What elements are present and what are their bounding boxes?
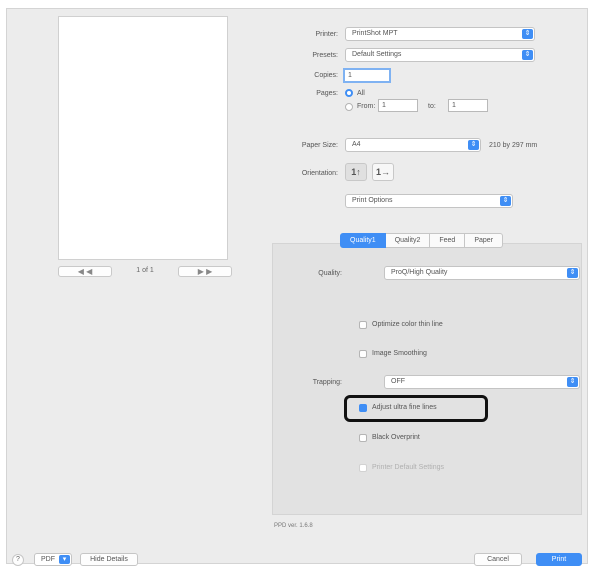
chevron-updown-icon: ⇕ (522, 50, 533, 60)
smoothing-label: Image Smoothing (372, 350, 427, 357)
trapping-select[interactable]: OFF ⇕ (384, 375, 580, 389)
presets-select[interactable]: Default Settings ⇕ (345, 48, 535, 62)
printer-select[interactable]: PrintShot MPT ⇕ (345, 27, 535, 41)
pages-from-field[interactable]: 1 (378, 99, 418, 112)
pdf-menu[interactable]: PDF ▾ (34, 553, 72, 566)
copies-label: Copies: (314, 72, 338, 79)
paper-size-value: A4 (352, 141, 361, 148)
pages-range-radio[interactable] (345, 103, 353, 111)
tab-quality1[interactable]: Quality1 (340, 233, 386, 248)
pages-all-label: All (357, 90, 365, 97)
chevron-updown-icon: ⇕ (522, 29, 533, 39)
print-options-value: Print Options (352, 197, 393, 204)
options-tabs: Quality1 Quality2 Feed Paper (340, 233, 504, 248)
tab-feed[interactable]: Feed (430, 233, 466, 248)
preview-pager: ◀ ◀ 1 of 1 ▶ ▶ (58, 266, 234, 278)
landscape-button[interactable]: 1→ (372, 163, 394, 181)
smoothing-checkbox[interactable] (359, 350, 367, 358)
trapping-value: OFF (391, 378, 405, 385)
presets-value: Default Settings (352, 51, 402, 58)
chevron-updown-icon: ⇕ (468, 140, 479, 150)
paper-dimensions: 210 by 297 mm (489, 142, 538, 149)
pages-from-label: From: (357, 103, 376, 110)
help-button[interactable]: ? (12, 554, 24, 566)
tab-quality2[interactable]: Quality2 (385, 233, 431, 248)
paper-size-select[interactable]: A4 ⇕ (345, 138, 481, 152)
presets-label: Presets: (312, 52, 338, 59)
printer-defaults-label: Printer Default Settings (372, 464, 444, 471)
chevron-updown-icon: ⇕ (500, 196, 511, 206)
print-options-select[interactable]: Print Options ⇕ (345, 194, 513, 208)
pages-to-label: to: (428, 103, 436, 110)
page-preview (58, 16, 228, 260)
printer-defaults-checkbox (359, 464, 367, 472)
ppd-version: PPD ver. 1.6.8 (274, 523, 313, 529)
quality-value: ProQ/High Quality (391, 269, 448, 276)
cancel-button[interactable]: Cancel (474, 553, 522, 566)
quality-select[interactable]: ProQ/High Quality ⇕ (384, 266, 580, 280)
paper-size-label: Paper Size: (301, 142, 338, 149)
pages-to-field[interactable]: 1 (448, 99, 488, 112)
quality-label: Quality: (318, 270, 342, 277)
black-overprint-label: Black Overprint (372, 434, 420, 441)
printer-label: Printer: (315, 31, 338, 38)
pages-all-radio[interactable] (345, 89, 353, 97)
trapping-label: Trapping: (312, 379, 342, 386)
highlight-callout (344, 395, 488, 422)
pdf-label: PDF (41, 556, 55, 563)
print-button[interactable]: Print (536, 553, 582, 566)
chevron-updown-icon: ⇕ (567, 377, 578, 387)
copies-field[interactable]: 1 (343, 68, 391, 83)
optimize-label: Optimize color thin line (372, 321, 443, 328)
prev-page-button[interactable]: ◀ ◀ (58, 266, 112, 277)
printer-value: PrintShot MPT (352, 30, 398, 37)
page-counter: 1 of 1 (136, 267, 154, 274)
chevron-updown-icon: ⇕ (567, 268, 578, 278)
pages-label: Pages: (316, 90, 338, 97)
next-page-button[interactable]: ▶ ▶ (178, 266, 232, 277)
chevron-down-icon: ▾ (59, 555, 70, 564)
portrait-button[interactable]: 1↑ (345, 163, 367, 181)
optimize-checkbox[interactable] (359, 321, 367, 329)
tab-paper[interactable]: Paper (465, 233, 504, 248)
black-overprint-checkbox[interactable] (359, 434, 367, 442)
hide-details-button[interactable]: Hide Details (80, 553, 138, 566)
orientation-label: Orientation: (301, 170, 338, 177)
